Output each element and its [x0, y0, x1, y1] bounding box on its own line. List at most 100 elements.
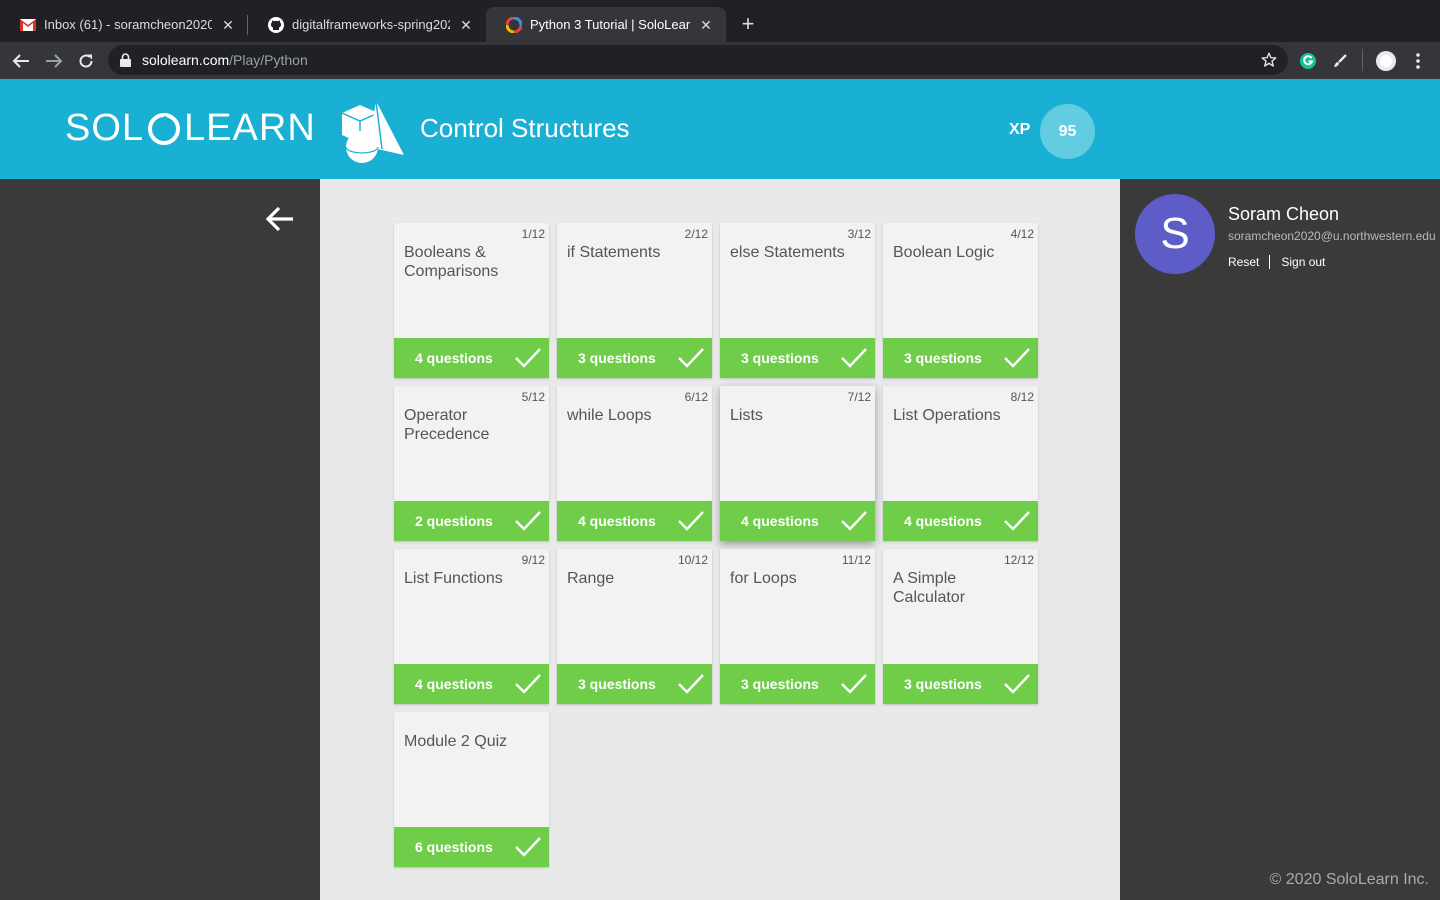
lesson-card[interactable]: 5/12 Operator Precedence 2 questions [394, 386, 549, 541]
lesson-card[interactable]: 8/12 List Operations 4 questions [883, 386, 1038, 541]
lesson-index: 2/12 [684, 227, 708, 241]
lesson-card[interactable]: 10/12 Range 3 questions [557, 549, 712, 704]
tab-github[interactable]: digitalframeworks-spring2020/ ✕ [248, 7, 486, 42]
tab-gmail[interactable]: Inbox (61) - soramcheon2020@ ✕ [0, 7, 248, 42]
lesson-complete-bar: 3 questions [883, 664, 1038, 704]
lesson-title: if Statements [567, 244, 661, 261]
tab-title: digitalframeworks-spring2020/ [292, 17, 450, 32]
toolbar-divider [1362, 49, 1363, 71]
lesson-card[interactable]: 6/12 while Loops 4 questions [557, 386, 712, 541]
checkmark-icon [678, 674, 704, 694]
lesson-title: else Statements [730, 244, 845, 261]
lesson-index: 10/12 [677, 553, 708, 567]
question-count: 2 questions [415, 513, 493, 529]
lesson-card[interactable]: 2/12 if Statements 3 questions [557, 223, 712, 378]
lesson-title: Module 2 Quiz [404, 733, 508, 750]
tab-sololearn[interactable]: Python 3 Tutorial | SoloLearn: L ✕ [486, 7, 726, 42]
checkmark-icon [841, 348, 867, 368]
question-count: 4 questions [415, 676, 493, 692]
tab-title: Inbox (61) - soramcheon2020@ [44, 17, 212, 32]
lesson-title: A Simple Calculator [893, 570, 966, 606]
lesson-title: Boolean Logic [893, 244, 995, 261]
lesson-index: 9/12 [521, 553, 545, 567]
url-path: /Play/Python [229, 52, 308, 68]
lesson-complete-bar: 3 questions [720, 664, 875, 704]
back-arrow-icon[interactable] [264, 205, 296, 233]
lesson-card[interactable]: 7/12 Lists 4 questions [720, 386, 875, 541]
checkmark-icon [678, 511, 704, 531]
new-tab-plus-icon[interactable]: + [738, 13, 758, 35]
lesson-index: 11/12 [841, 553, 871, 567]
question-count: 3 questions [904, 676, 982, 692]
user-name: Soram Cheon [1228, 204, 1340, 224]
xp-label: XP [1009, 121, 1031, 138]
question-count: 4 questions [741, 513, 819, 529]
browser-toolbar: sololearn.com/Play/Python [0, 42, 1440, 79]
xp-badge: 95 [1040, 104, 1095, 159]
sign-out-link[interactable]: Sign out [1281, 255, 1325, 269]
close-tab-icon[interactable]: ✕ [698, 17, 714, 33]
lesson-card[interactable]: Module 2 Quiz 6 questions [394, 712, 549, 867]
lesson-title: Lists [730, 407, 763, 424]
lesson-complete-bar: 4 questions [394, 664, 549, 704]
lesson-complete-bar: 2 questions [394, 501, 549, 541]
user-avatar[interactable]: S [1135, 194, 1215, 274]
site-header: SOL LEARN Control Structures XP 95 [0, 79, 1440, 179]
lesson-card[interactable]: 3/12 else Statements 3 questions [720, 223, 875, 378]
lesson-card[interactable]: 9/12 List Functions 4 questions [394, 549, 549, 704]
question-count: 6 questions [415, 839, 493, 855]
lock-icon [120, 53, 134, 67]
question-count: 4 questions [904, 513, 982, 529]
bookmark-star-icon[interactable] [1260, 51, 1278, 69]
close-tab-icon[interactable]: ✕ [220, 17, 236, 33]
browser-tab-bar: Inbox (61) - soramcheon2020@ ✕ digitalfr… [0, 0, 1440, 42]
gmail-icon [20, 17, 36, 33]
lesson-complete-bar: 4 questions [557, 501, 712, 541]
left-sidebar [0, 179, 320, 900]
sololearn-swirl-icon [148, 112, 181, 145]
profile-avatar-icon[interactable] [1376, 51, 1396, 71]
question-count: 3 questions [741, 350, 819, 366]
lesson-complete-bar: 3 questions [557, 338, 712, 378]
question-count: 4 questions [415, 350, 493, 366]
sololearn-logo[interactable]: SOL LEARN [65, 107, 316, 150]
profile-panel [1120, 179, 1440, 900]
back-nav-icon[interactable] [9, 49, 33, 73]
lesson-complete-bar: 3 questions [720, 338, 875, 378]
close-tab-icon[interactable]: ✕ [458, 17, 474, 33]
lesson-index: 5/12 [521, 390, 545, 404]
lesson-card[interactable]: 11/12 for Loops 3 questions [720, 549, 875, 704]
checkmark-icon [515, 674, 541, 694]
lesson-index: 6/12 [684, 390, 708, 404]
lesson-title: Range [567, 570, 615, 587]
lesson-complete-bar: 3 questions [557, 664, 712, 704]
checkmark-icon [515, 511, 541, 531]
lesson-card[interactable]: 12/12 A Simple Calculator 3 questions [883, 549, 1038, 704]
user-email: soramcheon2020@u.northwestern.edu [1228, 229, 1436, 243]
checkmark-icon [841, 511, 867, 531]
lesson-complete-bar: 6 questions [394, 827, 549, 867]
sololearn-icon [506, 16, 522, 33]
tab-title: Python 3 Tutorial | SoloLearn: L [530, 17, 690, 32]
lesson-title: List Operations [893, 407, 1001, 424]
reload-icon[interactable] [74, 49, 98, 73]
course-title: Control Structures [420, 113, 630, 143]
paint-brush-extension-icon[interactable] [1330, 51, 1350, 71]
checkmark-icon [841, 674, 867, 694]
lesson-card[interactable]: 4/12 Boolean Logic 3 questions [883, 223, 1038, 378]
question-count: 3 questions [578, 350, 656, 366]
address-bar[interactable]: sololearn.com/Play/Python [108, 45, 1288, 75]
lesson-index: 8/12 [1010, 390, 1034, 404]
more-menu-icon[interactable] [1408, 51, 1428, 71]
reset-link[interactable]: Reset [1228, 255, 1259, 269]
lesson-complete-bar: 4 questions [720, 501, 875, 541]
lesson-index: 12/12 [1003, 553, 1034, 567]
grammarly-icon[interactable] [1298, 51, 1318, 71]
lesson-card[interactable]: 1/12 Booleans & Comparisons 4 questions [394, 223, 549, 378]
copyright-text: © 2020 SoloLearn Inc. [1269, 871, 1429, 888]
forward-nav-icon[interactable] [42, 49, 66, 73]
question-count: 3 questions [741, 676, 819, 692]
lesson-title: for Loops [730, 570, 797, 587]
lesson-index: 3/12 [847, 227, 871, 241]
lesson-index: 1/12 [521, 227, 545, 241]
